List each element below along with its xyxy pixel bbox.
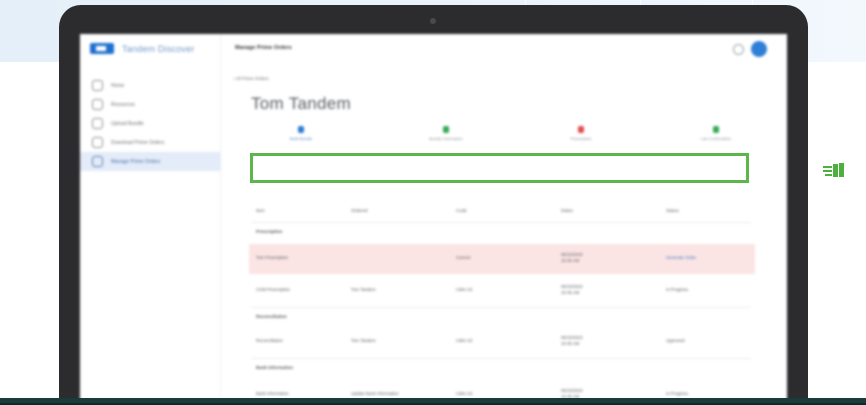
page-heading: Manage Prime Orders: [235, 45, 292, 51]
sidebar-nav: Home Resources Upload Bundle Download Pr…: [80, 76, 221, 171]
divider: [251, 307, 751, 308]
step-indicator-icon: [713, 126, 719, 133]
section-label-reconciliation: Reconciliation: [256, 314, 287, 319]
sidebar: Tandem Discover Home Resources Upload Bu…: [80, 34, 221, 405]
step-bundle-information[interactable]: Bundle Information: [391, 126, 501, 141]
cell-dates: 06/15/2023 10:45 AM: [561, 252, 583, 263]
brand-logo-icon: [90, 43, 114, 54]
download-icon: [92, 137, 103, 148]
step-indicator-icon: [298, 126, 304, 133]
cell-ordered: Update Bank Information: [351, 391, 399, 396]
main-content: ‹ All Prime Orders Tom Tandem Build Bund…: [221, 64, 787, 405]
sidebar-item-home[interactable]: Home: [80, 76, 221, 95]
home-icon: [92, 80, 103, 91]
cell-dates: 06/15/2023 10:45 AM: [561, 335, 583, 346]
table-row[interactable]: Tom Prescription Current 06/15/2023 10:45…: [249, 244, 755, 274]
step-indicator-icon: [578, 126, 584, 133]
sidebar-item-resources[interactable]: Resources: [80, 95, 221, 114]
cell-item: Bank Information: [256, 391, 289, 396]
patient-name-title: Tom Tandem: [251, 94, 352, 113]
cell-code: Current: [456, 255, 471, 260]
brand-name: Tandem Discover: [122, 43, 195, 54]
column-header-code[interactable]: Code: [456, 208, 467, 213]
step-label: Build Bundle: [289, 136, 313, 141]
step-prescription[interactable]: Prescription: [526, 126, 636, 141]
cell-item: CGM Prescription: [256, 287, 290, 292]
cell-dates: 06/15/2023 10:45 AM: [561, 284, 583, 295]
column-header-ordered[interactable]: Ordered: [351, 208, 368, 213]
sidebar-item-label: Home: [111, 82, 125, 89]
column-header-highlight: [250, 153, 749, 183]
step-indicator-icon: [443, 126, 449, 133]
cell-status: Approved: [666, 338, 685, 343]
table-row[interactable]: CGM Prescription Tom Tandem t:slim X2 06…: [249, 276, 755, 306]
app-screen: Tandem Discover Home Resources Upload Bu…: [80, 34, 787, 405]
sidebar-item-label: Download Prime Orders: [111, 139, 165, 146]
cell-status: In Progress: [666, 287, 688, 292]
sidebar-item-upload-bundle[interactable]: Upload Bundle: [80, 114, 221, 133]
cell-ordered: Tom Tandem: [351, 287, 376, 292]
step-label: Lab Confirmation: [700, 136, 732, 141]
camera-dot: [430, 18, 436, 24]
hand-pointer-icon: [823, 163, 845, 177]
column-header-item[interactable]: Item: [256, 208, 265, 213]
cell-item: Reconciliation: [256, 338, 283, 343]
step-lab-confirmation[interactable]: Lab Confirmation: [661, 126, 771, 141]
divider: [251, 358, 751, 359]
sidebar-item-label: Resources: [111, 101, 135, 108]
sidebar-item-manage-prime-orders[interactable]: Manage Prime Orders: [80, 152, 221, 171]
breadcrumb[interactable]: ‹ All Prime Orders: [233, 76, 269, 81]
avatar[interactable]: [751, 41, 767, 57]
brand[interactable]: Tandem Discover: [90, 43, 195, 54]
table-header: Item Ordered Code Dates Status: [256, 202, 746, 220]
generate-order-link[interactable]: Generate Order: [666, 255, 696, 260]
step-build-bundle[interactable]: Build Bundle: [246, 126, 356, 141]
cell-ordered: Tom Tandem: [351, 338, 376, 343]
section-label-bank-information: Bank Information: [256, 365, 294, 370]
section-label-prescription: Prescription: [256, 229, 283, 234]
column-header-status[interactable]: Status: [666, 208, 679, 213]
cell-code: t:slim X2: [456, 338, 473, 343]
cell-status: In Progress: [666, 391, 688, 396]
cell-item: Tom Prescription: [256, 255, 288, 260]
orders-icon: [92, 156, 103, 167]
upload-icon: [92, 118, 103, 129]
progress-steps: Build Bundle Bundle Information Prescrip…: [241, 126, 771, 152]
search-icon[interactable]: [733, 44, 744, 55]
table-row[interactable]: Reconciliation Tom Tandem t:slim X2 06/1…: [249, 327, 755, 357]
sidebar-item-label: Upload Bundle: [111, 120, 144, 127]
step-label: Bundle Information: [429, 136, 463, 141]
cell-code: t:slim X2: [456, 391, 473, 396]
cell-code: t:slim X2: [456, 287, 473, 292]
step-label: Prescription: [570, 136, 592, 141]
column-header-dates[interactable]: Dates: [561, 208, 573, 213]
top-bar: Manage Prime Orders: [221, 34, 787, 64]
sidebar-item-download-prime-orders[interactable]: Download Prime Orders: [80, 133, 221, 152]
divider: [251, 222, 751, 223]
resources-icon: [92, 99, 103, 110]
sidebar-item-label: Manage Prime Orders: [111, 158, 161, 165]
